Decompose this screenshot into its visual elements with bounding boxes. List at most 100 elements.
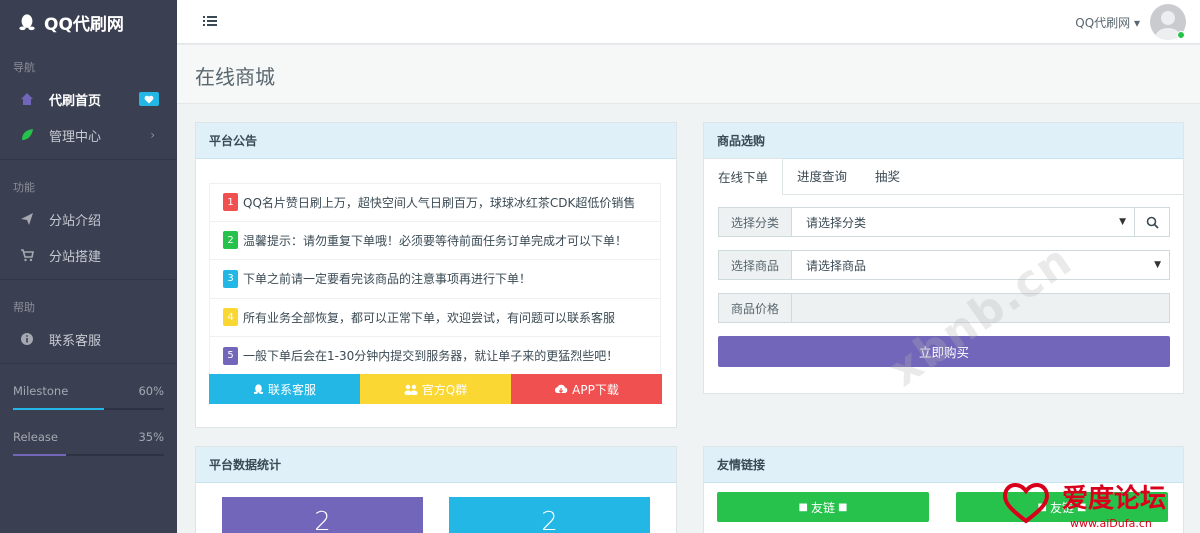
caret-down-icon: ▼ <box>1154 260 1161 270</box>
notice-text: QQ名片赞日刷上万，超快空间人气日刷百万，球球冰红茶CDK超低价销售 <box>243 195 636 210</box>
sidebar-item-contact[interactable]: 联系客服 <box>0 321 177 357</box>
price-label: 商品价格 <box>719 294 792 322</box>
gift-icon: ■ <box>838 501 848 513</box>
progress-fill <box>13 454 66 456</box>
qq-penguin-icon <box>253 384 264 394</box>
product-label: 选择商品 <box>719 251 792 279</box>
notice-panel: 平台公告 1 QQ名片赞日刷上万，超快空间人气日刷百万，球球冰红茶CDK超低价销售… <box>195 122 677 428</box>
notice-item: 1 QQ名片赞日刷上万，超快空间人气日刷百万，球球冰红茶CDK超低价销售 <box>209 183 661 222</box>
nav-section-functions: 功能 <box>13 181 35 194</box>
order-tabs: 在线下单 进度查询 抽奖 <box>704 157 1183 195</box>
stats-panel: 平台数据统计 2 2 <box>195 446 677 533</box>
button-label: 联系客服 <box>267 382 316 397</box>
progress-value: 35% <box>138 430 164 444</box>
stat-value: 2 <box>314 507 331 533</box>
progress-value: 60% <box>138 384 164 398</box>
notice-number-badge: 1 <box>223 193 238 212</box>
nav-divider <box>0 159 177 160</box>
cloud-download-icon <box>555 384 568 393</box>
gift-icon: ■ <box>798 501 808 513</box>
cart-icon <box>20 248 34 262</box>
sidebar-item-admin[interactable]: 管理中心 › <box>0 117 177 153</box>
nav-divider <box>0 279 177 280</box>
menu-toggle-icon[interactable] <box>203 15 217 27</box>
nav-section-navigation: 导航 <box>13 61 35 74</box>
notice-text: 所有业务全部恢复，都可以正常下单，欢迎尝试，有问题可以联系客服 <box>243 310 616 325</box>
product-select[interactable]: 请选择商品 ▼ <box>792 251 1169 279</box>
sidebar-item-label: 分站介绍 <box>49 213 102 229</box>
category-select[interactable]: 请选择分类 ▼ <box>792 208 1134 236</box>
product-value: 请选择商品 <box>806 258 867 273</box>
progress-track <box>13 454 164 456</box>
notice-number-badge: 5 <box>223 346 238 365</box>
sidebar: QQ代刷网 导航 代刷首页 管理中心 › 功能 分站介绍 分站搭建 帮助 联系客… <box>0 0 177 533</box>
progress-label: Milestone <box>13 384 69 398</box>
notice-item: 2 温馨提示：请勿重复下单哦！必须要等待前面任务订单完成才可以下单！ <box>209 221 661 260</box>
progress-block: Milestone 60% Release 35% <box>0 368 177 456</box>
progress-track <box>13 408 164 410</box>
page-header: 在线商城 <box>177 45 1200 104</box>
progress-milestone: Milestone 60% <box>13 384 164 398</box>
leaf-icon <box>20 128 34 142</box>
notice-number-badge: 3 <box>223 269 238 288</box>
sidebar-item-substation-build[interactable]: 分站搭建 <box>0 237 177 273</box>
tab-progress[interactable]: 进度查询 <box>783 157 861 194</box>
notice-text: 一般下单后会在1-30分钟内提交到服务器，就让单子来的更猛烈些吧！ <box>243 349 619 364</box>
tab-lottery[interactable]: 抽奖 <box>861 157 914 194</box>
panel-title: 商品选购 <box>704 123 1183 159</box>
progress-fill <box>13 408 104 410</box>
heart-badge <box>139 92 159 106</box>
sidebar-item-label: 代刷首页 <box>49 93 102 109</box>
notice-button-row: 联系客服 官方Q群 APP下载 <box>209 374 662 404</box>
sidebar-item-label: 联系客服 <box>49 333 102 349</box>
search-icon <box>1146 216 1159 229</box>
users-icon <box>404 384 418 395</box>
progress-label: Release <box>13 430 58 444</box>
stat-card: 2 <box>222 497 423 533</box>
stat-value: 2 <box>541 507 558 533</box>
notice-list: 1 QQ名片赞日刷上万，超快空间人气日刷百万，球球冰红茶CDK超低价销售 2 温馨提示… <box>209 183 661 376</box>
notice-text: 下单之前请一定要看完该商品的注意事项再进行下单！ <box>243 272 532 287</box>
notice-text: 温馨提示：请勿重复下单哦！必须要等待前面任务订单完成才可以下单！ <box>243 233 628 248</box>
page-title: 在线商城 <box>195 65 275 89</box>
app-download-button[interactable]: APP下载 <box>511 374 662 404</box>
button-label: APP下载 <box>572 382 619 397</box>
stat-card: 2 <box>449 497 650 533</box>
sidebar-item-label: 分站搭建 <box>49 249 102 265</box>
info-icon <box>20 332 34 346</box>
home-icon <box>20 92 34 106</box>
contact-support-button[interactable]: 联系客服 <box>209 374 360 404</box>
friend-link-button[interactable]: ■ 友链 ■ <box>717 492 929 522</box>
user-name: QQ代刷网 ▾ <box>1075 15 1140 30</box>
sidebar-item-label: 管理中心 <box>49 129 102 145</box>
panel-title: 平台数据统计 <box>196 447 676 483</box>
search-button[interactable] <box>1134 208 1169 236</box>
brand-title: QQ代刷网 <box>44 14 124 35</box>
topbar: QQ代刷网 ▾ <box>177 0 1200 44</box>
category-label: 选择分类 <box>719 208 792 236</box>
nav-section-help: 帮助 <box>13 301 35 314</box>
forum-watermark-logo: 爱度论坛 www.aiDufa.cn <box>1003 483 1166 530</box>
watermark-logo-text: 爱度论坛 <box>1062 483 1166 514</box>
sidebar-item-home[interactable]: 代刷首页 <box>0 81 177 117</box>
sidebar-item-substation-intro[interactable]: 分站介绍 <box>0 201 177 237</box>
caret-down-icon: ▼ <box>1119 217 1126 227</box>
notice-item: 3 下单之前请一定要看完该商品的注意事项再进行下单！ <box>209 260 661 299</box>
qq-penguin-icon <box>19 14 35 31</box>
user-menu[interactable]: QQ代刷网 ▾ <box>1075 4 1186 40</box>
brand[interactable]: QQ代刷网 <box>0 0 177 44</box>
progress-release: Release 35% <box>13 430 164 444</box>
product-select-group: 选择商品 请选择商品 ▼ <box>718 250 1170 280</box>
online-status-dot <box>1177 31 1185 39</box>
send-icon <box>20 212 34 226</box>
tab-order[interactable]: 在线下单 <box>704 158 784 195</box>
official-qq-group-button[interactable]: 官方Q群 <box>360 374 511 404</box>
chevron-right-icon: › <box>150 128 155 142</box>
button-label: 官方Q群 <box>421 382 468 397</box>
watermark-logo-url: www.aiDufa.cn <box>1070 517 1152 530</box>
panel-title: 平台公告 <box>196 123 676 159</box>
notice-item: 5 一般下单后会在1-30分钟内提交到服务器，就让单子来的更猛烈些吧！ <box>209 337 661 376</box>
category-value: 请选择分类 <box>806 215 867 230</box>
category-select-group: 选择分类 请选择分类 ▼ <box>718 207 1170 237</box>
notice-item: 4 所有业务全部恢复，都可以正常下单，欢迎尝试，有问题可以联系客服 <box>209 298 661 337</box>
